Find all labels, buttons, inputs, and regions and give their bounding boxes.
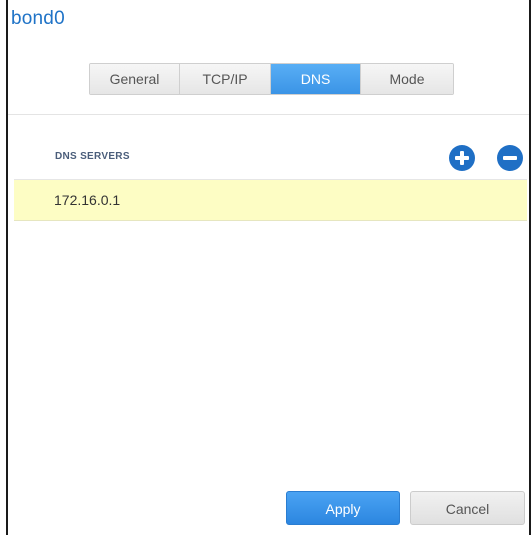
remove-dns-server-button[interactable] xyxy=(497,145,523,171)
dns-server-list: 172.16.0.1 xyxy=(14,179,527,221)
cancel-button[interactable]: Cancel xyxy=(410,491,525,525)
network-interface-dialog: bond0 General TCP/IP DNS Mode DNS SERVER… xyxy=(0,0,531,535)
dns-server-row[interactable]: 172.16.0.1 xyxy=(14,180,527,221)
tab-mode[interactable]: Mode xyxy=(361,64,453,94)
header-divider xyxy=(8,114,529,115)
tab-dns[interactable]: DNS xyxy=(271,64,361,94)
dns-servers-heading: DNS SERVERS xyxy=(55,151,130,162)
apply-button[interactable]: Apply xyxy=(286,491,400,525)
dialog-left-edge xyxy=(6,0,8,535)
dialog-title: bond0 xyxy=(11,8,65,29)
tab-bar: General TCP/IP DNS Mode xyxy=(89,63,454,95)
add-dns-server-button[interactable] xyxy=(449,145,475,171)
tab-tcp-ip[interactable]: TCP/IP xyxy=(180,64,271,94)
tab-general[interactable]: General xyxy=(90,64,180,94)
